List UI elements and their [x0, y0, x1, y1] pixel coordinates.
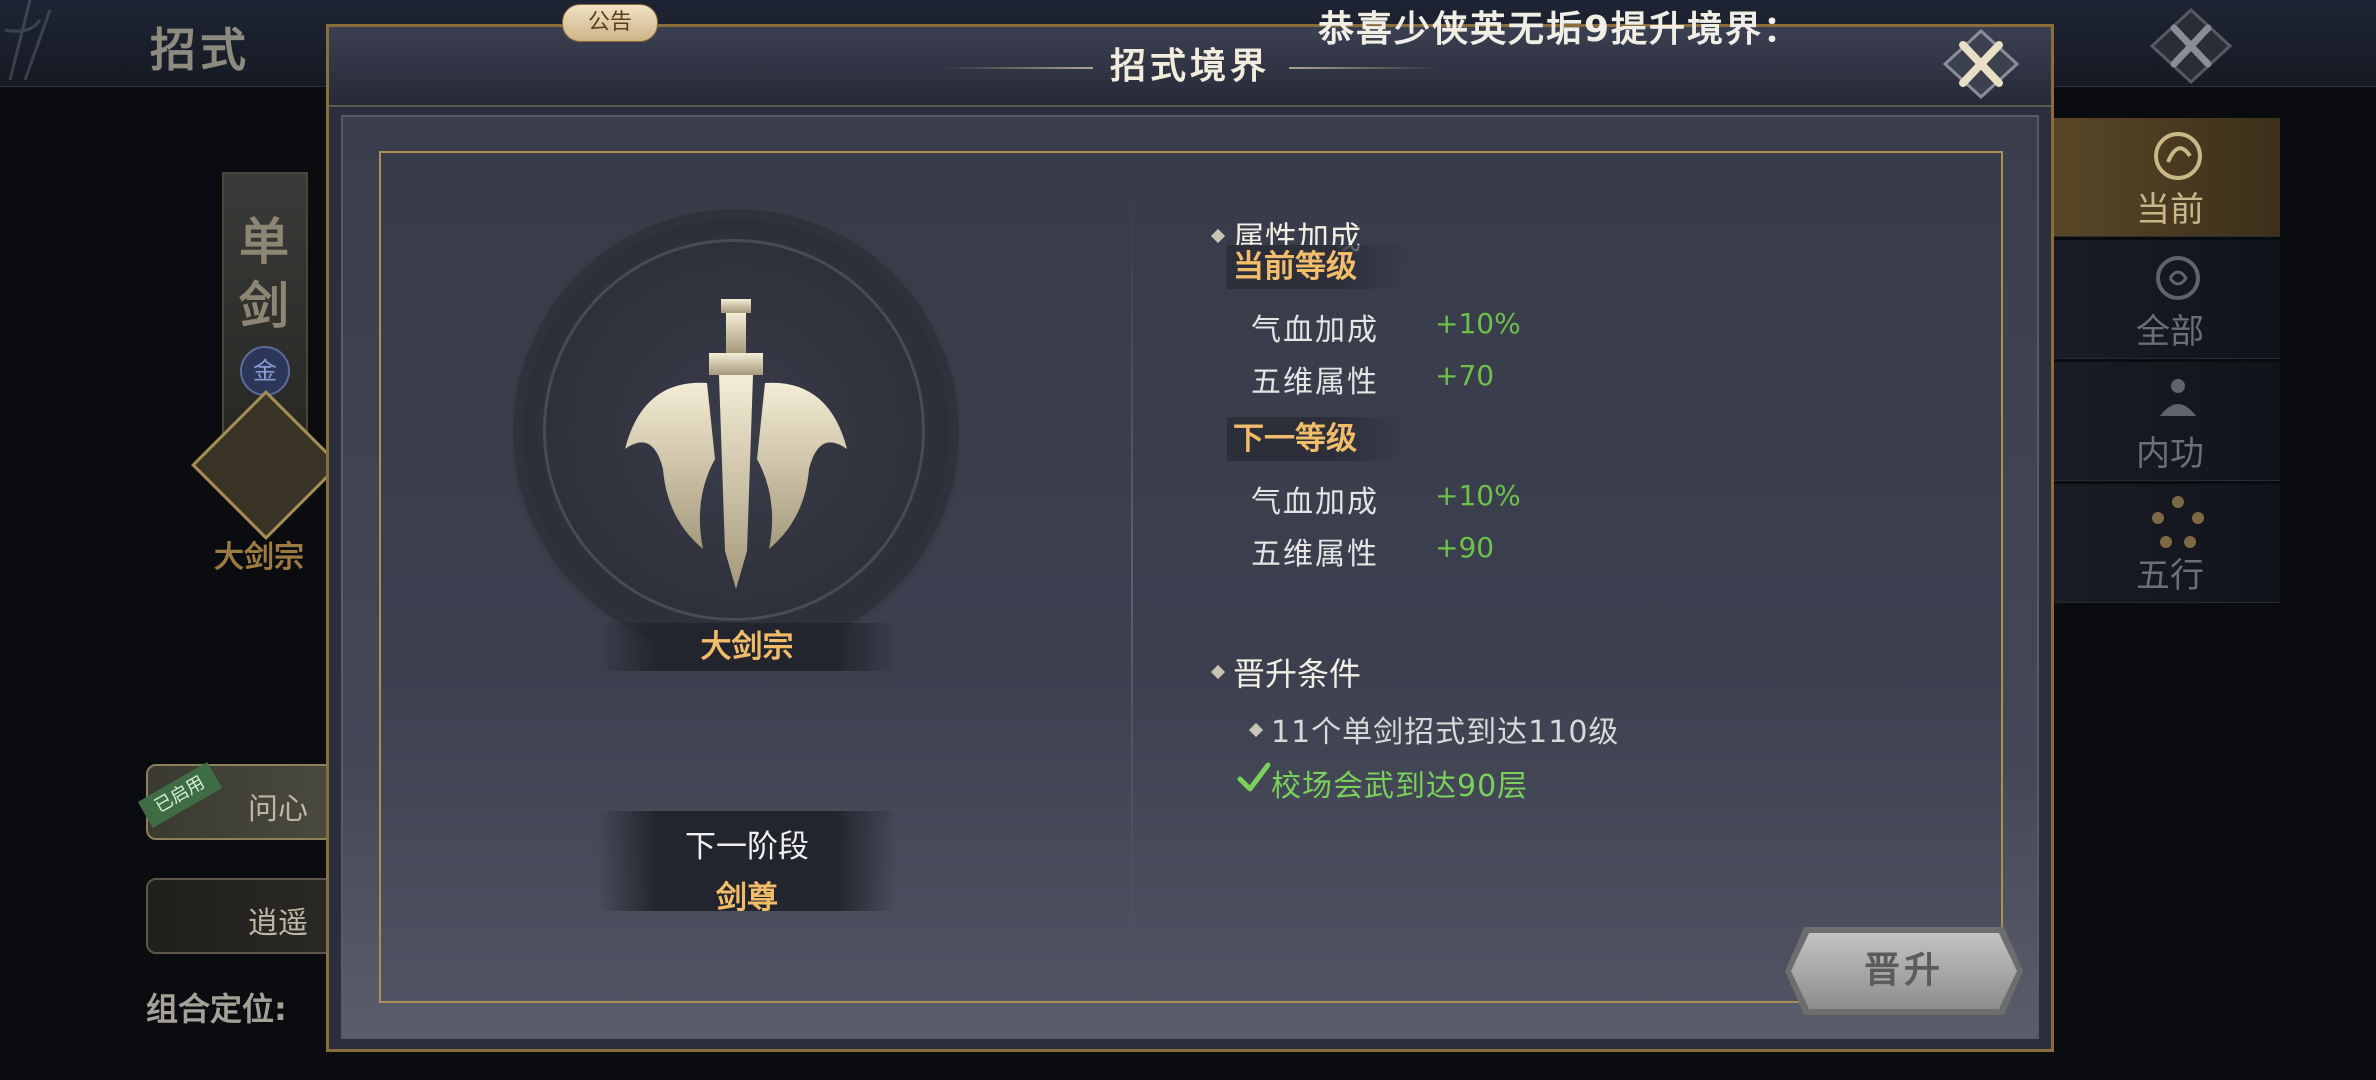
dialog-body: 大剑宗 下一阶段 剑尊 属性加成 当前等级 气血加成 +10% 五维属性 +70… — [341, 115, 2039, 1039]
bullet-diamond-icon — [1210, 228, 1226, 244]
next-hp-bonus-name: 气血加成 — [1251, 485, 1379, 520]
sword-emblem-icon — [625, 299, 847, 589]
school-diamond-icon[interactable] — [191, 390, 341, 540]
close-icon[interactable] — [2148, 6, 2234, 86]
combo-position-label: 组合定位: — [146, 990, 287, 1028]
close-icon[interactable] — [1941, 27, 2021, 101]
meditation-icon — [2160, 379, 2196, 416]
five-elements-icon — [2152, 496, 2204, 548]
school-label: 大剑宗 — [214, 540, 304, 575]
current-hp-bonus-value: +10% — [1435, 307, 1521, 340]
current-stats-name: 五维属性 — [1251, 365, 1379, 400]
conditions-heading: 晋升条件 — [1233, 655, 1362, 693]
content-frame: 大剑宗 下一阶段 剑尊 属性加成 当前等级 气血加成 +10% 五维属性 +70… — [379, 151, 2023, 1015]
broadcast-marquee: 恭喜少侠英无垢9提升境界： — [1318, 9, 1802, 50]
condition-unmet: 11个单剑招式到达110级 — [1271, 715, 1620, 750]
next-level-heading: 下一等级 — [1227, 417, 1407, 461]
sect-emblem — [523, 219, 949, 645]
category-tabs: 当前 全部 内功 五行 — [2050, 118, 2280, 608]
spiral-icon — [2156, 256, 2200, 300]
preset-label: 逍遥 — [248, 906, 308, 941]
next-stage-plate: 下一阶段 剑尊 — [597, 811, 897, 916]
current-hp-bonus-name: 气血加成 — [1251, 313, 1379, 348]
realm-dialog: 招式境界 大剑宗 下一阶段 剑尊 属性加成 当前等级 气血加成 +10% 五维属… — [326, 24, 2054, 1052]
bullet-diamond-icon — [1210, 664, 1226, 680]
next-hp-bonus-value: +10% — [1435, 479, 1521, 512]
emblem-name: 大剑宗 — [597, 623, 897, 671]
tab-label: 五行 — [2136, 556, 2204, 596]
vertical-divider — [1131, 197, 1133, 957]
tab-inner-skill[interactable]: 内功 — [2050, 362, 2280, 481]
next-stage-value: 剑尊 — [716, 880, 778, 916]
preset-label: 问心 — [248, 792, 308, 827]
current-stats-value: +70 — [1435, 359, 1495, 392]
bullet-diamond-icon — [1248, 722, 1264, 738]
next-stats-value: +90 — [1435, 531, 1495, 564]
tab-label: 内功 — [2136, 434, 2204, 474]
screen-title: 招式 — [150, 23, 250, 77]
title-ornament-right — [1289, 67, 1439, 69]
next-stats-name: 五维属性 — [1251, 537, 1379, 572]
grade-badge: 金 — [240, 346, 290, 396]
preset-button-xiaoyao[interactable]: 逍遥 — [146, 878, 340, 954]
swirl-icon — [2154, 132, 2202, 180]
announcement-button[interactable]: 公告 — [562, 4, 658, 42]
current-level-heading: 当前等级 — [1227, 245, 1407, 289]
tab-label: 当前 — [2136, 190, 2204, 230]
next-stage-label: 下一阶段 — [685, 829, 809, 865]
bamboo-decoration-icon — [4, 0, 52, 80]
condition-met: 校场会武到达90层 — [1271, 769, 1529, 804]
tab-five-elements[interactable]: 五行 — [2050, 484, 2280, 603]
weapon-type-label: 单剑 — [239, 213, 289, 335]
check-icon — [1237, 762, 1271, 792]
tab-current[interactable]: 当前 — [2050, 118, 2280, 237]
upgrade-button[interactable]: 晋升 — [1791, 933, 2017, 1009]
tab-label: 全部 — [2136, 312, 2204, 352]
tab-all[interactable]: 全部 — [2050, 240, 2280, 359]
